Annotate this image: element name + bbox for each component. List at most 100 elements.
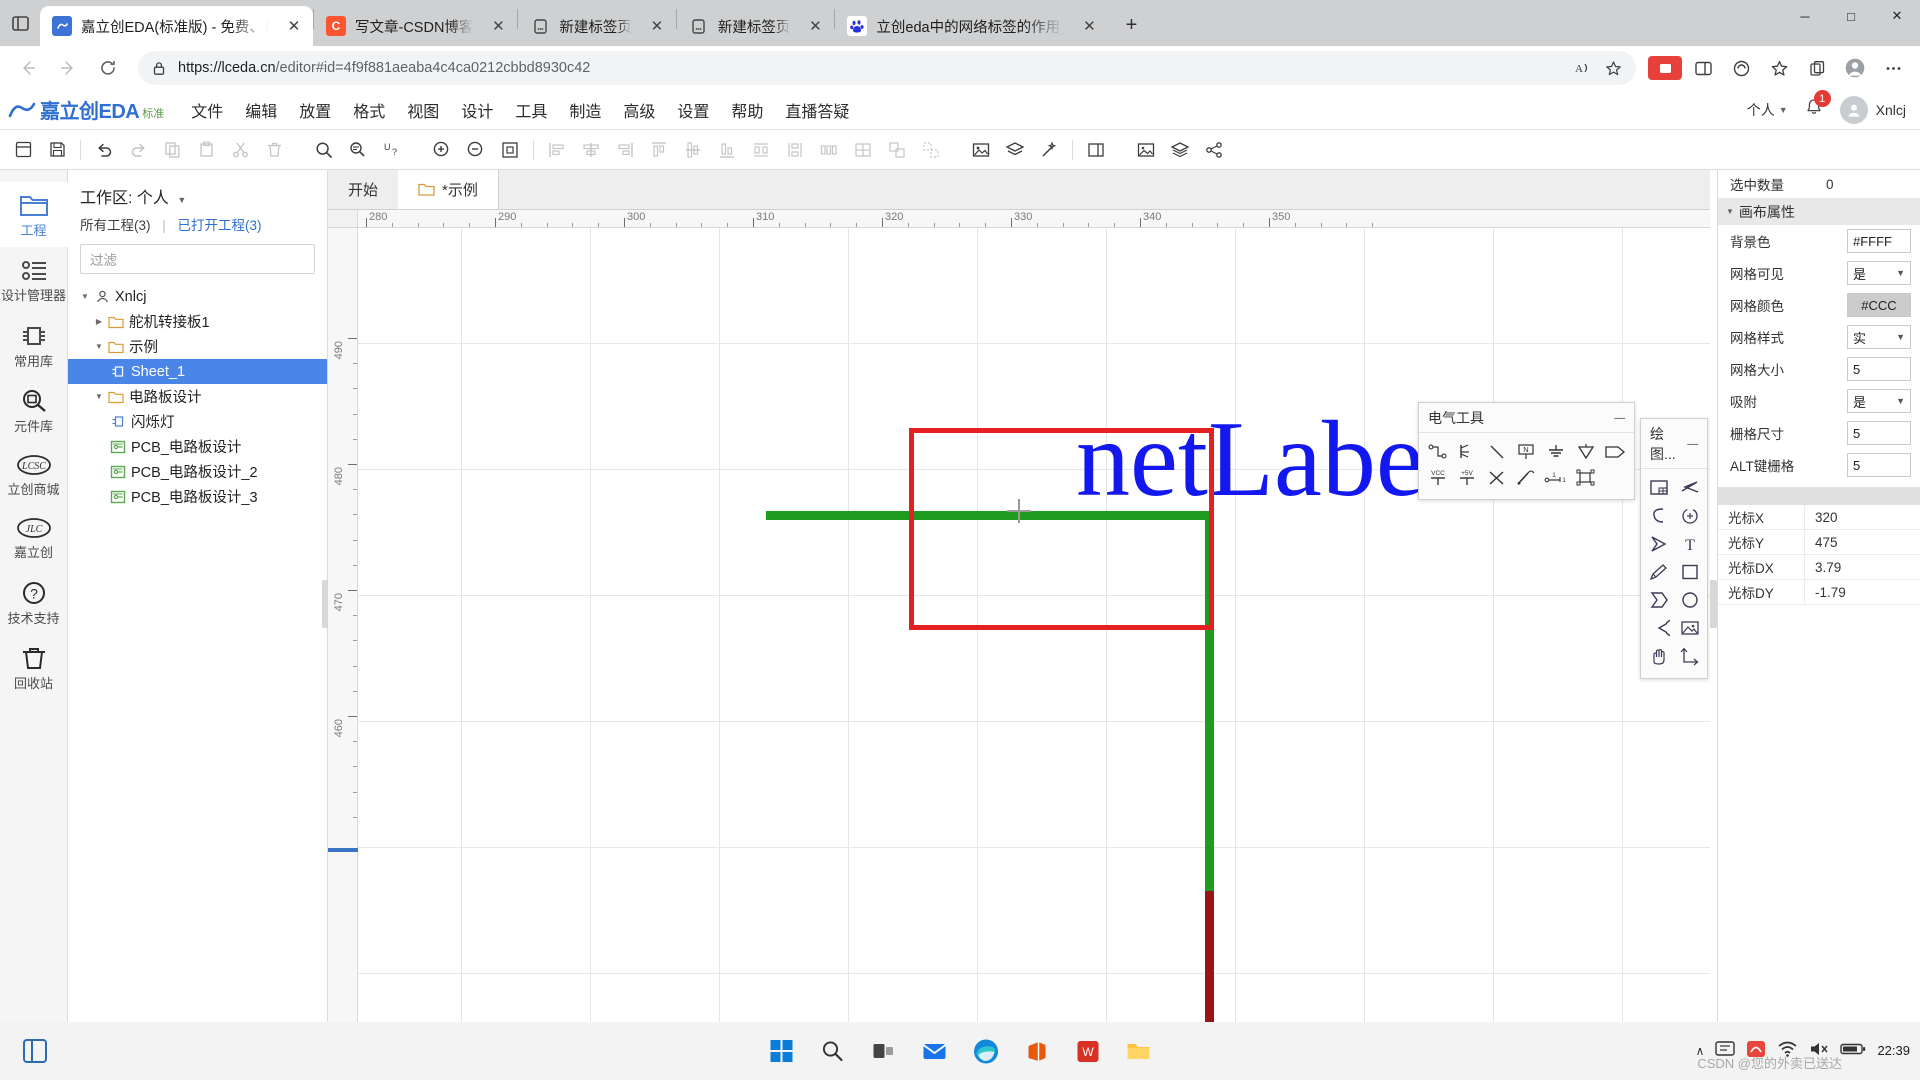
browser-tab[interactable]: 新建标签页 ✕ xyxy=(677,6,835,46)
cut-icon[interactable] xyxy=(223,135,257,165)
bus-icon[interactable] xyxy=(1453,439,1483,465)
browser-tab[interactable]: 新建标签页 ✕ xyxy=(518,6,676,46)
opened-projects-link[interactable]: 已打开工程(3) xyxy=(178,218,262,233)
menu-tools[interactable]: 工具 xyxy=(504,92,558,128)
ground-icon[interactable] xyxy=(1541,439,1571,465)
ungroup-icon[interactable] xyxy=(914,135,948,165)
more-options-icon[interactable] xyxy=(1876,51,1910,85)
sidebar-item-jlc[interactable]: JLC 嘉立创 xyxy=(0,506,68,569)
tree-node-user[interactable]: ▼ Xnlcj xyxy=(68,284,327,309)
sidebar-item-common-library[interactable]: 常用库 xyxy=(0,313,68,378)
reload-icon[interactable] xyxy=(90,50,126,86)
paste-icon[interactable] xyxy=(189,135,223,165)
sheet-symbol-icon[interactable] xyxy=(1571,465,1601,491)
rectangle-icon[interactable] xyxy=(1674,558,1705,586)
dimension-icon[interactable] xyxy=(1674,642,1705,670)
menu-design[interactable]: 设计 xyxy=(450,92,504,128)
background-color-field[interactable]: #FFFF xyxy=(1847,229,1911,253)
polygon-icon[interactable] xyxy=(1643,586,1674,614)
delete-icon[interactable] xyxy=(257,135,291,165)
arc-icon[interactable] xyxy=(1674,502,1705,530)
explorer-icon[interactable] xyxy=(1118,1030,1160,1072)
copy-icon[interactable] xyxy=(155,135,189,165)
spline-icon[interactable] xyxy=(1643,502,1674,530)
align-left-icon[interactable] xyxy=(540,135,574,165)
browser-tab[interactable]: 立创eda中的网络标签的作用_百度 ✕ xyxy=(835,6,1108,46)
search-icon[interactable] xyxy=(812,1030,854,1072)
menu-view[interactable]: 视图 xyxy=(396,92,450,128)
image-placeholder-icon[interactable] xyxy=(964,135,998,165)
pie-icon[interactable] xyxy=(1643,614,1674,642)
find-similar-icon[interactable]: U? xyxy=(375,135,409,165)
vcc-icon[interactable]: VCC xyxy=(1423,465,1453,491)
hand-icon[interactable] xyxy=(1643,642,1674,670)
menu-settings[interactable]: 设置 xyxy=(666,92,720,128)
close-icon[interactable]: ✕ xyxy=(802,13,828,39)
expand-arrow-icon[interactable]: ▶ xyxy=(92,317,106,326)
menu-help[interactable]: 帮助 xyxy=(720,92,774,128)
taskview-icon[interactable] xyxy=(863,1030,905,1072)
tree-node-pcb[interactable]: PCB_电路板设计 xyxy=(68,434,327,459)
grid-visible-select[interactable]: 是 ▼ xyxy=(1847,261,1911,285)
palette-header[interactable]: 绘图... ─ xyxy=(1641,419,1707,469)
tab-example[interactable]: *示例 xyxy=(398,170,499,209)
tree-node-pcb[interactable]: PCB_电路板设计_3 xyxy=(68,484,327,509)
frame-icon[interactable] xyxy=(1643,474,1674,502)
align-top-icon[interactable] xyxy=(642,135,676,165)
tab-search-icon[interactable] xyxy=(0,0,40,46)
close-icon[interactable]: ✕ xyxy=(485,13,511,39)
favorites-icon[interactable] xyxy=(1762,51,1796,85)
probe-icon[interactable] xyxy=(1512,465,1542,491)
align-center-h-icon[interactable] xyxy=(574,135,608,165)
widgets-icon[interactable] xyxy=(14,1030,56,1072)
net-port-icon[interactable] xyxy=(1600,439,1630,465)
layers-icon[interactable] xyxy=(1163,135,1197,165)
drawing-tools-palette[interactable]: 绘图... ─ T xyxy=(1640,418,1708,679)
split-screen-icon[interactable] xyxy=(1686,51,1720,85)
grid-table-icon[interactable] xyxy=(846,135,880,165)
expand-arrow-icon[interactable]: ▼ xyxy=(92,342,106,351)
align-middle-icon[interactable] xyxy=(676,135,710,165)
layers-stack-icon[interactable] xyxy=(998,135,1032,165)
group-icon[interactable] xyxy=(880,135,914,165)
tree-node-project[interactable]: ▶ 舵机转接板1 xyxy=(68,309,327,334)
insert-image-icon[interactable] xyxy=(1129,135,1163,165)
menu-live-qa[interactable]: 直播答疑 xyxy=(774,92,860,128)
bus-entry-icon[interactable] xyxy=(1482,439,1512,465)
window-minimize-button[interactable]: ─ xyxy=(1782,0,1828,32)
address-bar[interactable]: https://lceda.cn/editor#id=4f9f881aeaba4… xyxy=(138,51,1636,85)
new-file-icon[interactable] xyxy=(6,135,40,165)
tree-node-schematic[interactable]: 闪烁灯 xyxy=(68,409,327,434)
window-close-button[interactable]: ✕ xyxy=(1874,0,1920,32)
space-evenly-h-icon[interactable] xyxy=(812,135,846,165)
magic-wand-icon[interactable] xyxy=(1032,135,1066,165)
align-right-icon[interactable] xyxy=(608,135,642,165)
read-aloud-icon[interactable]: A xyxy=(1568,53,1598,83)
menu-fabrication[interactable]: 制造 xyxy=(558,92,612,128)
back-icon[interactable] xyxy=(10,50,46,86)
redo-icon[interactable] xyxy=(121,135,155,165)
canvas-grid[interactable]: netLabel1 xyxy=(358,228,1710,1022)
circle-icon[interactable] xyxy=(1674,586,1705,614)
pencil-icon[interactable] xyxy=(1643,558,1674,586)
account-type-label[interactable]: 个人 xyxy=(1747,100,1775,120)
menu-format[interactable]: 格式 xyxy=(342,92,396,128)
minimize-icon[interactable]: ─ xyxy=(1687,437,1698,452)
browser-tab[interactable]: 嘉立创EDA(标准版) - 免费、易用 ✕ xyxy=(40,6,313,46)
menu-advanced[interactable]: 高级 xyxy=(612,92,666,128)
edge-icon[interactable] xyxy=(965,1030,1007,1072)
new-tab-button[interactable]: + xyxy=(1114,8,1148,42)
text-icon[interactable]: T xyxy=(1674,530,1705,558)
gnd-flag-icon[interactable] xyxy=(1571,439,1601,465)
filter-input[interactable]: 过滤 xyxy=(80,244,315,274)
menu-place[interactable]: 放置 xyxy=(288,92,342,128)
user-name[interactable]: Xnlcj xyxy=(1876,102,1906,118)
close-icon[interactable]: ✕ xyxy=(281,13,307,39)
wire-icon[interactable] xyxy=(1423,439,1453,465)
schematic-canvas[interactable]: 280290300310320330340350 490480470460 ne… xyxy=(328,210,1710,1022)
sidebar-item-recycle-bin[interactable]: 回收站 xyxy=(0,635,68,700)
align-bottom-icon[interactable] xyxy=(710,135,744,165)
browser-essentials-icon[interactable] xyxy=(1724,51,1758,85)
sidebar-item-design-manager[interactable]: 设计管理器 xyxy=(0,247,68,312)
browser-tab[interactable]: C 写文章-CSDN博客 ✕ xyxy=(314,6,517,46)
